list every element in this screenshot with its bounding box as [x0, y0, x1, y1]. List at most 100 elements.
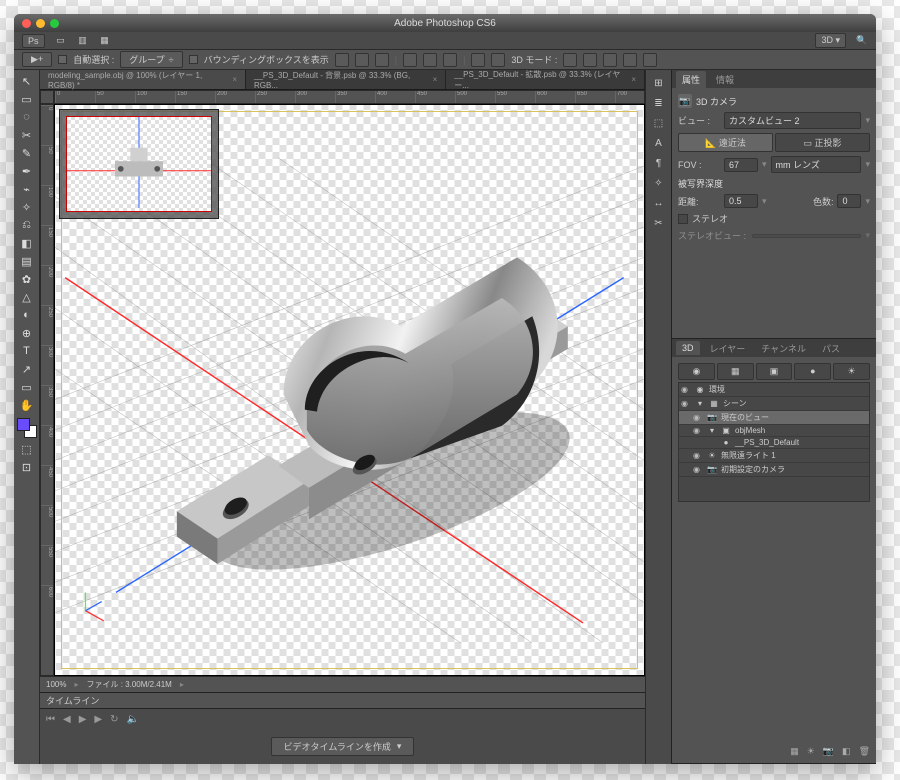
new-light-icon[interactable]: ☀ — [807, 746, 815, 757]
filter-env-icon[interactable]: ◉ — [678, 363, 715, 380]
filter-mesh-icon[interactable]: ▣ — [756, 363, 793, 380]
menu-icon[interactable]: ▭ — [55, 35, 67, 46]
close-tab-icon[interactable]: × — [433, 75, 438, 84]
stamp-tool[interactable]: ✧ — [16, 198, 38, 216]
shape-tool[interactable]: ↗ — [16, 360, 38, 378]
screenmode-toggle[interactable]: ⊡ — [16, 458, 38, 476]
create-timeline-button[interactable]: ビデオタイムラインを作成▾ — [271, 737, 415, 756]
3d-mode-icon[interactable] — [563, 53, 577, 67]
panel-icon[interactable]: ≣ — [648, 94, 670, 112]
prev-frame-icon[interactable]: ◀ — [63, 714, 71, 725]
arrange-icon[interactable] — [471, 53, 485, 67]
brush-tool[interactable]: ⌁ — [16, 180, 38, 198]
panel-icon[interactable]: ⬚ — [648, 114, 670, 132]
3d-mode-icon[interactable] — [643, 53, 657, 67]
canvas[interactable] — [54, 104, 645, 676]
healing-tool[interactable]: ✒ — [16, 162, 38, 180]
distribute-icon[interactable] — [443, 53, 457, 67]
vertical-ruler[interactable]: 050100150200250300350400450500550600 — [40, 104, 54, 676]
align-icon[interactable] — [375, 53, 389, 67]
dodge-tool[interactable]: △ — [16, 288, 38, 306]
align-icon[interactable] — [335, 53, 349, 67]
group-dropdown[interactable]: グループ ÷ — [120, 51, 182, 68]
panel-icon[interactable]: ↔ — [648, 194, 670, 212]
goto-start-icon[interactable]: ⏮ — [46, 714, 55, 725]
visibility-icon[interactable]: ◉ — [693, 465, 703, 474]
document-tab[interactable]: modeling_sample.obj @ 100% (レイヤー 1, RGB/… — [40, 70, 246, 89]
timeline-tab[interactable]: タイムライン — [46, 694, 99, 707]
fov-unit-dropdown[interactable]: mm レンズ — [771, 156, 862, 173]
visibility-icon[interactable]: ◉ — [693, 426, 703, 435]
marquee-tool[interactable]: ▭ — [16, 90, 38, 108]
info-tab[interactable]: 情報 — [710, 71, 740, 88]
distance-input[interactable]: 0.5 — [724, 194, 758, 208]
arrange-icon[interactable] — [491, 53, 505, 67]
fg-color[interactable] — [17, 418, 30, 431]
3d-tab[interactable]: 3D — [676, 341, 700, 355]
lasso-tool[interactable]: ◌ — [16, 108, 38, 126]
move-tool[interactable]: ↖ — [16, 72, 38, 90]
zoom-window-button[interactable] — [50, 19, 59, 28]
blur-tool[interactable]: ✿ — [16, 270, 38, 288]
search-icon[interactable]: 🔍 — [856, 35, 868, 46]
secondary-view[interactable] — [59, 109, 219, 219]
3d-mode-icon[interactable] — [603, 53, 617, 67]
view-dropdown[interactable]: カスタムビュー 2 — [724, 112, 861, 129]
filter-light-icon[interactable]: ☀ — [833, 363, 870, 380]
menu-icon[interactable]: ▥ — [77, 35, 89, 46]
file-size-info[interactable]: ファイル : 3.00M/2.41M — [86, 679, 171, 690]
visibility-icon[interactable]: ◉ — [681, 385, 691, 394]
crop-tool[interactable]: ✂ — [16, 126, 38, 144]
orthographic-button[interactable]: ▭ 正投影 — [775, 133, 870, 152]
eyedropper-tool[interactable]: ✎ — [16, 144, 38, 162]
3d-mode-icon[interactable] — [623, 53, 637, 67]
panel-icon[interactable]: ⊞ — [648, 74, 670, 92]
visibility-icon[interactable]: ◉ — [693, 451, 703, 460]
next-frame-icon[interactable]: ▶ — [94, 714, 102, 725]
history-brush-tool[interactable]: ⎌ — [16, 216, 38, 234]
document-tab[interactable]: __PS_3D_Default - 拡散.psb @ 33.3% (レイヤー..… — [446, 70, 645, 89]
workspace-selector[interactable]: 3D ▾ — [815, 33, 846, 48]
paths-tab[interactable]: パス — [816, 340, 846, 357]
filter-material-icon[interactable]: ● — [794, 363, 831, 380]
perspective-button[interactable]: 📐 遠近法 — [678, 133, 773, 152]
menu-icon[interactable]: ▦ — [99, 35, 111, 46]
properties-tab[interactable]: 属性 — [676, 71, 706, 88]
type-tool[interactable]: ⊕ — [16, 324, 38, 342]
auto-select-checkbox[interactable] — [58, 55, 67, 64]
minimize-window-button[interactable] — [36, 19, 45, 28]
channels-tab[interactable]: チャンネル — [755, 340, 812, 357]
bbox-checkbox[interactable] — [189, 55, 198, 64]
zoom-tool[interactable]: ✋ — [16, 396, 38, 414]
app-logo[interactable]: Ps — [22, 34, 45, 48]
panel-icon[interactable]: ✧ — [648, 174, 670, 192]
colors-input[interactable]: 0 — [837, 194, 861, 208]
pen-tool[interactable]: ◐ — [16, 306, 38, 324]
audio-icon[interactable]: 🔈 — [127, 714, 139, 725]
hand-tool[interactable]: ▭ — [16, 378, 38, 396]
play-icon[interactable]: ▶ — [79, 714, 87, 725]
scene-tree[interactable]: ◉◉環境 ◉▾▦シーン ◉📷現在のビュー ◉▾▣objMesh ●__PS_3D… — [678, 382, 870, 502]
stereoview-dropdown[interactable] — [752, 234, 861, 238]
panel-icon[interactable]: ✂ — [648, 214, 670, 232]
filter-scene-icon[interactable]: ▦ — [717, 363, 754, 380]
quickmask-toggle[interactable]: ⬚ — [16, 440, 38, 458]
close-tab-icon[interactable]: × — [631, 75, 636, 84]
close-tab-icon[interactable]: × — [232, 75, 237, 84]
layers-tab[interactable]: レイヤー — [704, 340, 752, 357]
zoom-level[interactable]: 100% — [46, 680, 66, 689]
distribute-icon[interactable] — [423, 53, 437, 67]
path-tool[interactable]: T — [16, 342, 38, 360]
visibility-icon[interactable]: ◉ — [681, 399, 691, 408]
3d-mode-icon[interactable] — [583, 53, 597, 67]
fov-input[interactable]: 67 — [724, 158, 758, 172]
visibility-icon[interactable]: ◉ — [693, 413, 703, 422]
close-window-button[interactable] — [22, 19, 31, 28]
panel-icon[interactable]: ¶ — [648, 154, 670, 172]
document-tab[interactable]: __PS_3D_Default - 背景.psb @ 33.3% (BG, RG… — [246, 70, 446, 89]
stereo-checkbox[interactable] — [678, 214, 688, 224]
trash-icon[interactable]: 🗑 — [859, 746, 870, 757]
render-icon[interactable]: 📷 — [823, 746, 834, 757]
horizontal-ruler[interactable]: 0501001502002503003504004505005506006507… — [54, 90, 645, 104]
loop-icon[interactable]: ↻ — [110, 714, 118, 725]
